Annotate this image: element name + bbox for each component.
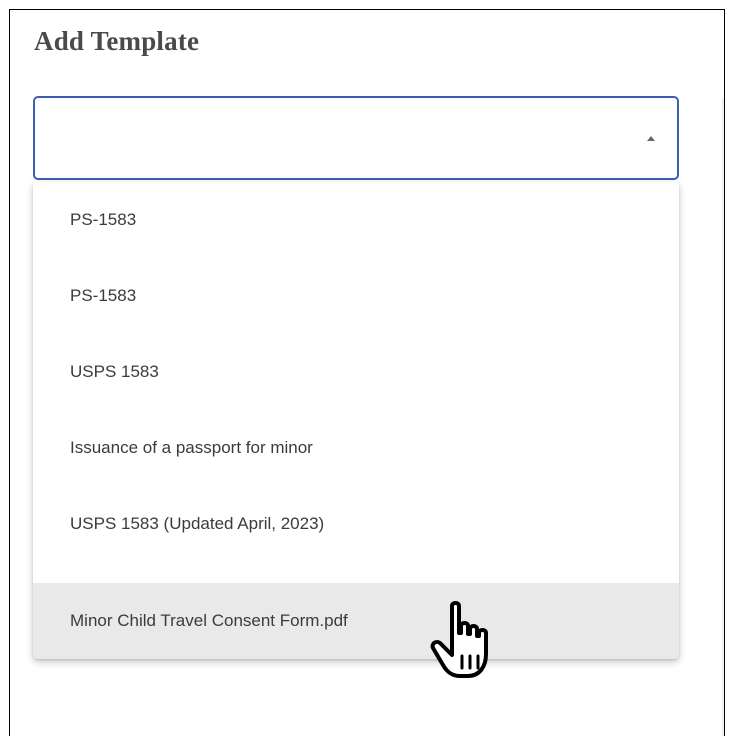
dropdown-option[interactable]: PS-1583 <box>33 182 679 258</box>
template-select[interactable] <box>33 96 679 180</box>
dialog-frame: Add Template PS-1583 PS-1583 USPS 1583 I… <box>9 9 725 736</box>
caret-up-icon <box>647 136 655 141</box>
dropdown-option[interactable]: Issuance of a passport for minor <box>33 410 679 486</box>
dropdown-option-label: USPS 1583 (Updated April, 2023) <box>70 514 325 533</box>
dropdown-option[interactable]: PS-1583 <box>33 258 679 334</box>
dropdown-option-hovered[interactable]: Minor Child Travel Consent Form.pdf <box>33 583 679 659</box>
dropdown-option[interactable]: USPS 1583 (Updated April, 2023) <box>33 486 679 562</box>
dialog-title: Add Template <box>34 26 200 56</box>
template-dropdown-menu: PS-1583 PS-1583 USPS 1583 Issuance of a … <box>33 182 679 659</box>
dropdown-option-label: USPS 1583 <box>70 362 159 381</box>
dropdown-option-label: Issuance of a passport for minor <box>70 438 313 457</box>
dropdown-option[interactable]: USPS 1583 <box>33 334 679 410</box>
background-panel <box>722 98 724 736</box>
dropdown-option-label: PS-1583 <box>70 210 137 229</box>
dropdown-option-label: Minor Child Travel Consent Form.pdf <box>70 611 348 630</box>
dropdown-option-label: PS-1583 <box>70 286 137 305</box>
